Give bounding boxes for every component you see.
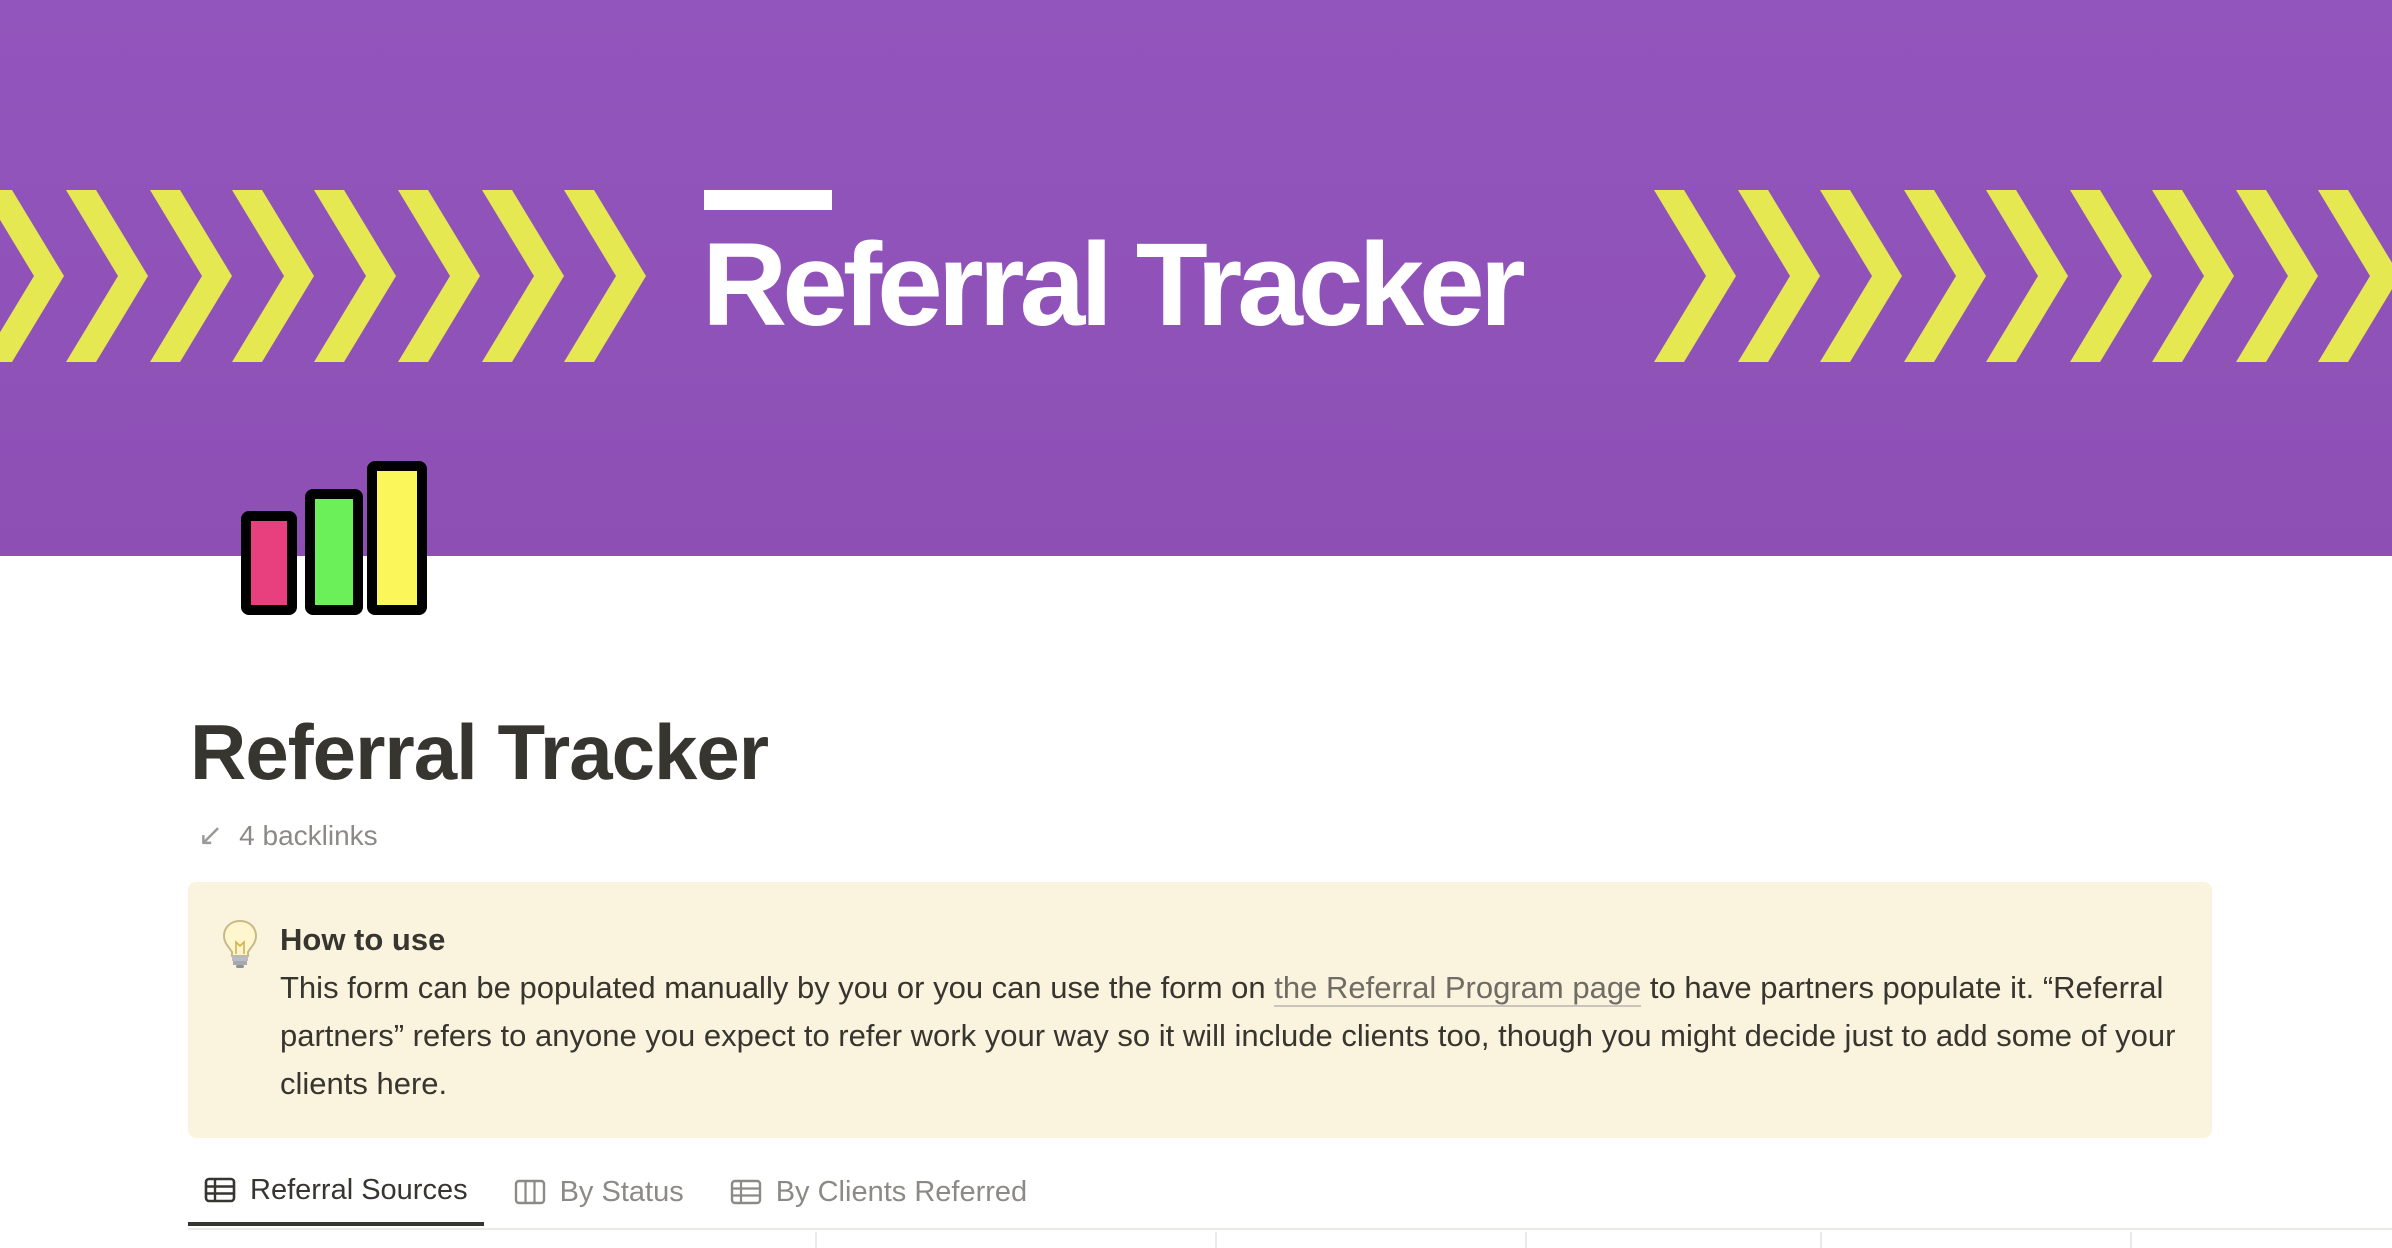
chevron-pattern-right — [1654, 190, 2392, 362]
table-column-divider — [2130, 1232, 2132, 1248]
table-icon — [204, 1177, 236, 1203]
tab-referral-sources[interactable]: Referral Sources — [188, 1158, 484, 1226]
referral-program-page-link[interactable]: the Referral Program page — [1274, 970, 1642, 1007]
tab-by-status[interactable]: By Status — [498, 1158, 700, 1226]
cover-logo: Referral Tracker — [702, 190, 1622, 370]
chevron-pattern-left — [0, 190, 646, 362]
table-column-divider — [1215, 1232, 1217, 1248]
table-icon — [730, 1179, 761, 1205]
backlinks-label: 4 backlinks — [239, 819, 378, 851]
table-column-divider — [1820, 1232, 1822, 1248]
tab-label: By Clients Referred — [775, 1175, 1028, 1208]
bar-chart-icon[interactable] — [240, 458, 430, 618]
lightbulb-icon[interactable] — [220, 918, 260, 970]
board-icon — [514, 1179, 545, 1205]
backlinks-button[interactable]: ↙ 4 backlinks — [198, 818, 378, 853]
tabs-divider — [188, 1228, 2392, 1230]
callout-heading: How to use — [280, 922, 446, 957]
tab-by-clients-referred[interactable]: By Clients Referred — [714, 1158, 1043, 1226]
cover-title-overbar — [704, 190, 832, 210]
callout-text-before-link: This form can be populated manually by y… — [280, 970, 1275, 1005]
cover-title: Referral Tracker — [702, 219, 1526, 351]
page-title[interactable]: Referral Tracker — [190, 709, 769, 796]
table-column-divider — [815, 1232, 817, 1248]
callout-text: How to use This form can be populated ma… — [280, 916, 2180, 1108]
callout-how-to-use: How to use This form can be populated ma… — [188, 882, 2212, 1138]
database-view-tabs: Referral Sources By Status By Clients Re… — [188, 1158, 1043, 1228]
table-column-divider — [1525, 1232, 1527, 1248]
tab-label: Referral Sources — [250, 1173, 468, 1206]
tab-label: By Status — [559, 1175, 684, 1208]
arrow-down-left-icon: ↙ — [198, 819, 224, 852]
